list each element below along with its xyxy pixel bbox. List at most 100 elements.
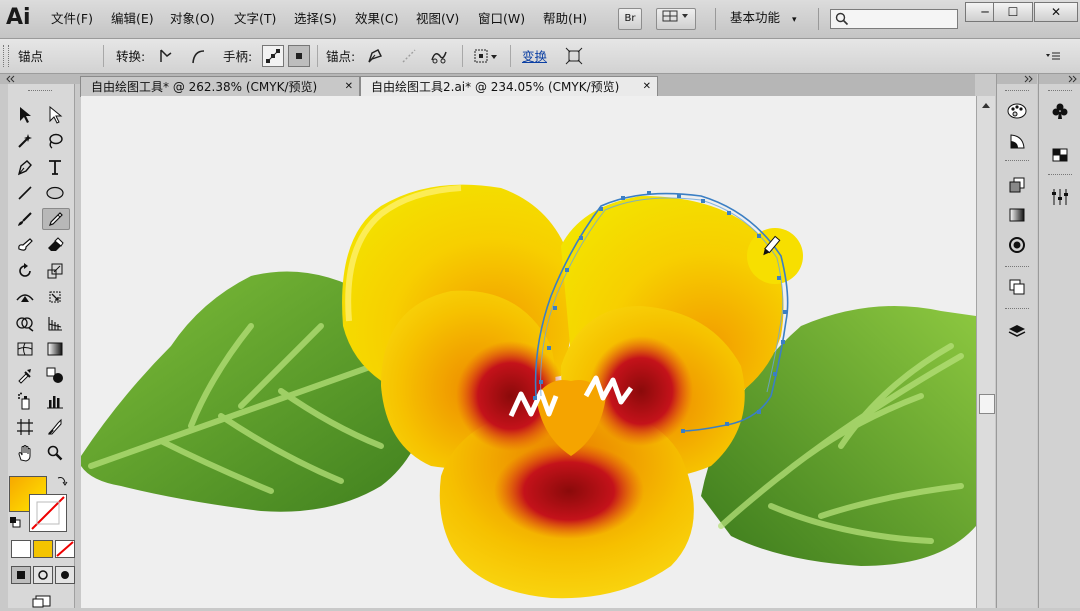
width-tool[interactable] bbox=[12, 286, 38, 308]
color-panel-button[interactable] bbox=[1003, 98, 1031, 124]
collapse-panel-icon[interactable] bbox=[4, 74, 18, 84]
scrollbar-thumb[interactable] bbox=[979, 394, 995, 414]
blend-tool[interactable] bbox=[42, 364, 68, 386]
hide-handles-button[interactable] bbox=[288, 45, 310, 67]
swap-fill-stroke-icon[interactable] bbox=[56, 474, 68, 486]
menu-select[interactable]: 选择(S) bbox=[294, 10, 337, 28]
type-tool[interactable] bbox=[42, 156, 68, 178]
panel-grip[interactable] bbox=[1048, 90, 1072, 94]
paintbrush-tool[interactable] bbox=[12, 208, 38, 230]
search-input[interactable] bbox=[830, 9, 958, 29]
show-handles-icon bbox=[266, 49, 280, 63]
menu-file[interactable]: 文件(F) bbox=[51, 10, 93, 28]
scale-tool[interactable] bbox=[42, 260, 68, 282]
show-handles-button[interactable] bbox=[262, 45, 284, 67]
symbols-panel-button[interactable] bbox=[1046, 98, 1074, 124]
align-options-icon bbox=[474, 49, 497, 63]
gradient-panel-button[interactable] bbox=[1003, 202, 1031, 228]
isolate-object-button[interactable] bbox=[563, 45, 585, 67]
panel-grip[interactable] bbox=[1005, 308, 1029, 312]
maximize-button[interactable]: ☐ bbox=[993, 2, 1033, 22]
default-fill-stroke-icon[interactable] bbox=[9, 516, 21, 528]
color-mode-button[interactable] bbox=[11, 540, 31, 558]
stroke-panel-button[interactable] bbox=[1003, 232, 1031, 258]
vertical-scrollbar[interactable] bbox=[976, 96, 995, 608]
eyedropper-tool[interactable] bbox=[12, 364, 38, 386]
menu-object[interactable]: 对象(O) bbox=[170, 10, 215, 28]
zoom-tool[interactable] bbox=[42, 442, 68, 464]
draw-inside-button[interactable] bbox=[55, 566, 75, 584]
free-transform-tool[interactable] bbox=[42, 286, 68, 308]
tab-document-1[interactable]: 自由绘图工具* @ 262.38% (CMYK/预览) ✕ bbox=[80, 76, 360, 96]
perspective-grid-tool[interactable] bbox=[42, 312, 68, 334]
pen-tool[interactable] bbox=[12, 156, 38, 178]
blob-brush-tool[interactable] bbox=[12, 234, 38, 256]
line-tool[interactable] bbox=[12, 182, 38, 204]
magic-wand-tool[interactable] bbox=[12, 130, 38, 152]
gradient-mode-button[interactable] bbox=[33, 540, 53, 558]
control-divider bbox=[103, 45, 104, 67]
layers-panel-button[interactable] bbox=[1003, 318, 1031, 344]
none-mode-button[interactable] bbox=[55, 540, 75, 558]
pencil-tool[interactable] bbox=[42, 208, 70, 230]
column-graph-tool[interactable] bbox=[42, 390, 68, 412]
shape-builder-tool[interactable] bbox=[12, 312, 38, 334]
slice-tool[interactable] bbox=[42, 416, 68, 438]
panel-grip[interactable] bbox=[1005, 90, 1029, 94]
stroke-swatch[interactable] bbox=[29, 494, 67, 532]
toolbar-header bbox=[0, 74, 80, 84]
close-button[interactable]: ✕ bbox=[1034, 2, 1078, 22]
ellipse-tool[interactable] bbox=[42, 182, 68, 204]
screen-mode-button[interactable] bbox=[28, 590, 54, 608]
swatches-panel-button[interactable] bbox=[1046, 142, 1074, 168]
perspective-grid-icon bbox=[48, 317, 62, 331]
menu-help[interactable]: 帮助(H) bbox=[543, 10, 587, 28]
symbol-sprayer-tool[interactable] bbox=[12, 390, 38, 412]
panel-grip[interactable] bbox=[1005, 160, 1029, 164]
workspace-switcher[interactable]: 基本功能 ▾ bbox=[730, 9, 797, 27]
expand-panels-icon[interactable] bbox=[1021, 74, 1035, 84]
hand-tool[interactable] bbox=[12, 442, 38, 464]
close-tab-icon[interactable]: ✕ bbox=[643, 77, 651, 97]
cut-path-button[interactable] bbox=[428, 45, 450, 67]
rotate-tool[interactable] bbox=[12, 260, 38, 282]
panel-grip[interactable] bbox=[28, 90, 52, 94]
lasso-tool[interactable] bbox=[42, 130, 68, 152]
transform-link[interactable]: 变换 bbox=[522, 48, 547, 66]
remove-anchor-button[interactable] bbox=[364, 45, 386, 67]
scroll-up-icon[interactable] bbox=[977, 98, 995, 112]
expand-panels-icon[interactable] bbox=[1065, 74, 1079, 84]
panel-grip[interactable] bbox=[3, 45, 9, 67]
pansy-artwork[interactable] bbox=[81, 96, 976, 608]
arrange-documents-button[interactable] bbox=[656, 8, 696, 30]
connect-endpoints-button[interactable] bbox=[398, 45, 420, 67]
artboard-canvas[interactable] bbox=[81, 96, 976, 608]
bridge-button[interactable]: Br bbox=[618, 8, 642, 30]
selection-tool[interactable] bbox=[12, 104, 38, 126]
direct-selection-tool[interactable] bbox=[42, 104, 68, 126]
pathfinder-icon bbox=[1009, 279, 1025, 295]
pathfinder-panel-button[interactable] bbox=[1003, 274, 1031, 300]
gradient-tool[interactable] bbox=[42, 338, 68, 360]
menu-view[interactable]: 视图(V) bbox=[416, 10, 459, 28]
tab-document-2[interactable]: 自由绘图工具2.ai* @ 234.05% (CMYK/预览) ✕ bbox=[360, 76, 658, 96]
artboard-tool[interactable] bbox=[12, 416, 38, 438]
align-panel-button[interactable] bbox=[1046, 184, 1074, 210]
align-options-button[interactable] bbox=[472, 45, 502, 67]
panel-grip[interactable] bbox=[1005, 266, 1029, 270]
menu-edit[interactable]: 编辑(E) bbox=[111, 10, 154, 28]
mesh-tool[interactable] bbox=[12, 338, 38, 360]
convert-to-corner-button[interactable] bbox=[155, 45, 177, 67]
draw-behind-button[interactable] bbox=[33, 566, 53, 584]
transparency-panel-button[interactable] bbox=[1003, 172, 1031, 198]
panel-grip[interactable] bbox=[1048, 174, 1072, 178]
eraser-tool[interactable] bbox=[42, 234, 68, 256]
draw-normal-button[interactable] bbox=[11, 566, 31, 584]
menu-effect[interactable]: 效果(C) bbox=[355, 10, 398, 28]
color-guide-panel-button[interactable] bbox=[1003, 128, 1031, 154]
panel-menu-button[interactable] bbox=[1042, 45, 1064, 67]
close-tab-icon[interactable]: ✕ bbox=[345, 77, 353, 97]
convert-to-smooth-button[interactable] bbox=[187, 45, 209, 67]
menu-window[interactable]: 窗口(W) bbox=[478, 10, 525, 28]
menu-type[interactable]: 文字(T) bbox=[234, 10, 276, 28]
